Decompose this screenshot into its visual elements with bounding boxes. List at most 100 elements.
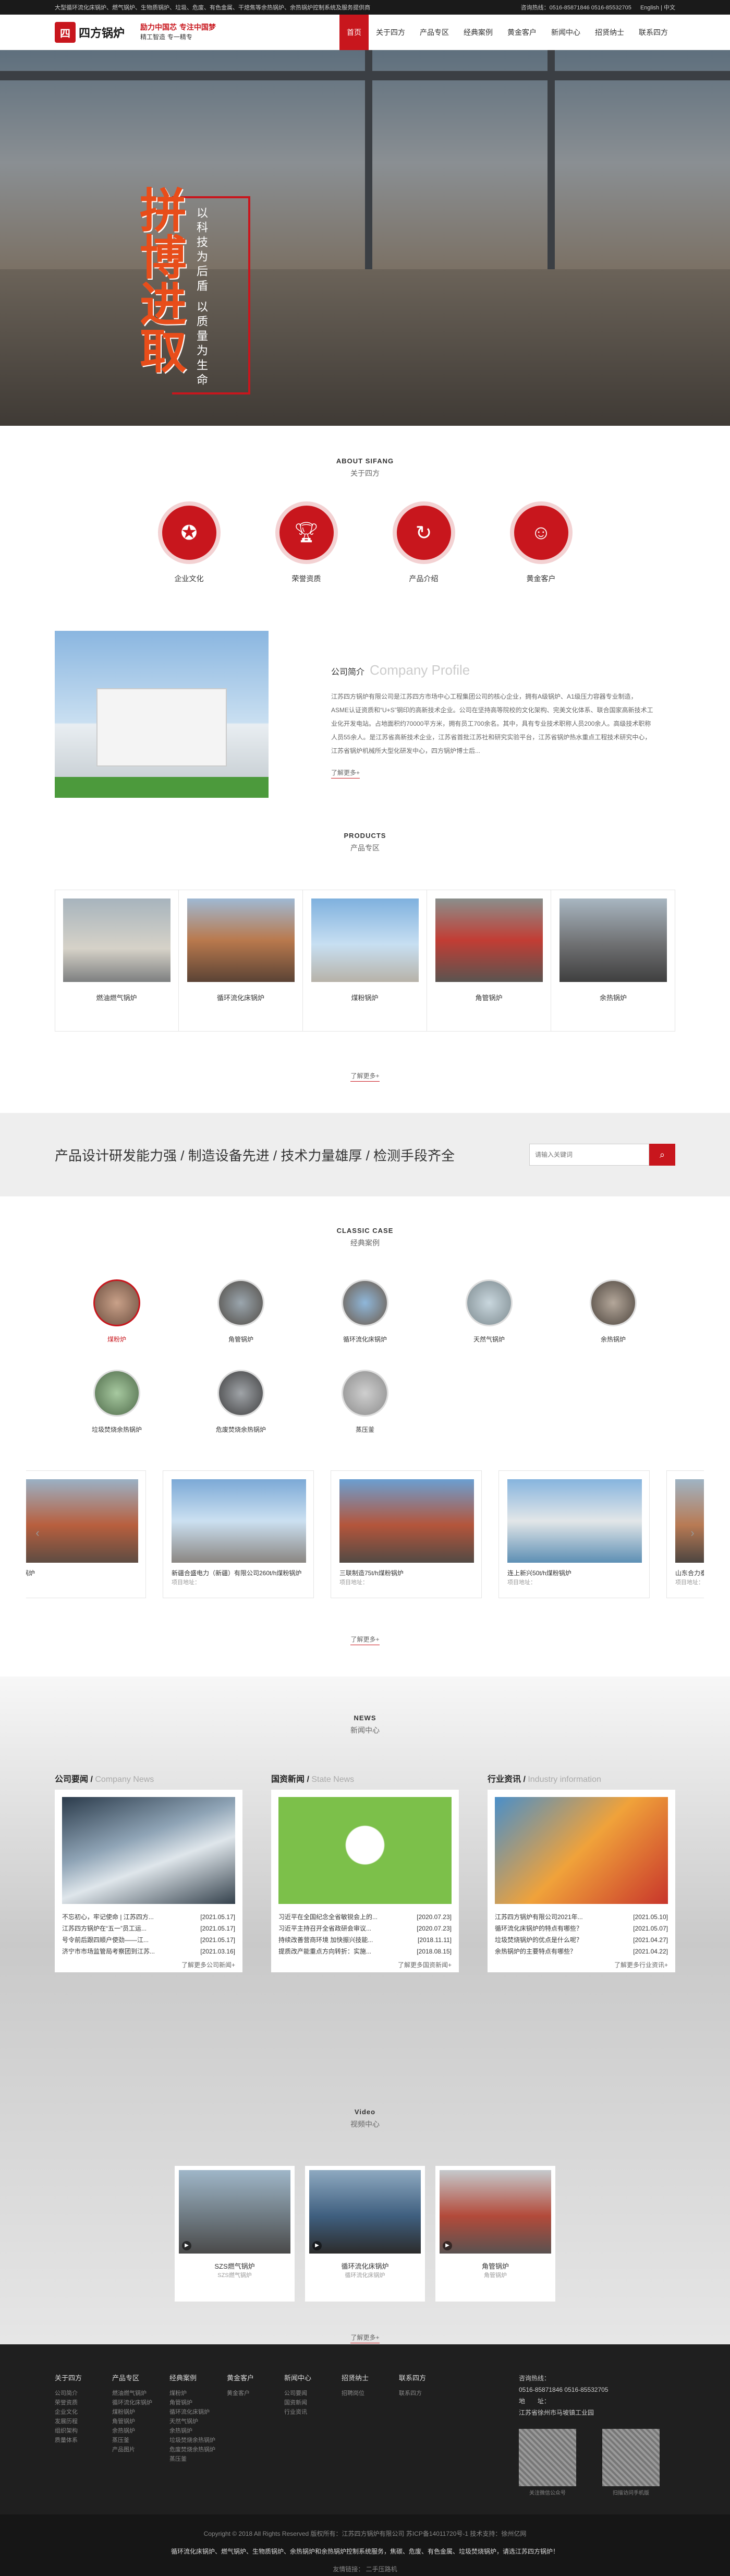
footer-link[interactable]: 角管锅炉 <box>169 2398 227 2407</box>
video-sub: 角管锅炉 <box>484 2272 507 2279</box>
case-slide-name: 山东合力泰… <box>675 1569 704 1577</box>
news-more-link[interactable]: 了解更多公司新闻+ <box>62 1960 235 1969</box>
footer-link[interactable]: 发展历程 <box>55 2417 112 2426</box>
footer-link[interactable]: 行业资讯 <box>284 2407 342 2417</box>
footer-link[interactable]: 蒸压釜 <box>169 2454 227 2464</box>
news-more-link[interactable]: 了解更多行业资讯+ <box>495 1960 668 1969</box>
nav-jobs[interactable]: 招贤纳士 <box>588 15 631 50</box>
about-culture-label: 企业文化 <box>174 574 204 583</box>
qr-label: 扫描访问手机版 <box>613 2490 649 2496</box>
nav-news[interactable]: 新闻中心 <box>544 15 588 50</box>
case-category[interactable]: 余热锅炉 <box>551 1279 675 1344</box>
nav-cases[interactable]: 经典案例 <box>456 15 500 50</box>
news-item[interactable]: 江苏四方锅炉有限公司2021年... [2021.05.10] <box>495 1911 668 1923</box>
nav-about[interactable]: 关于四方 <box>369 15 412 50</box>
case-category[interactable]: 危废焚烧余热锅炉 <box>179 1370 303 1434</box>
about-clients[interactable]: ☺ 黄金客户 <box>507 501 575 584</box>
case-slide[interactable]: …发电锅炉 <box>26 1470 146 1598</box>
footer-link[interactable]: 招聘岗位 <box>342 2389 399 2398</box>
footer-link[interactable]: 企业文化 <box>55 2407 112 2417</box>
about-culture[interactable]: ✪ 企业文化 <box>155 501 223 584</box>
news-item[interactable]: 不忘初心，牢记使命 | 江苏四方... [2021.05.17] <box>62 1911 235 1923</box>
footer-link[interactable]: 天然气锅炉 <box>169 2417 227 2426</box>
case-category[interactable]: 天然气锅炉 <box>427 1279 551 1344</box>
slider-prev-icon[interactable]: ‹ <box>31 1523 44 1543</box>
case-category[interactable]: 角管锅炉 <box>179 1279 303 1344</box>
video-title-cn: 视频中心 <box>350 2120 380 2128</box>
footer-link[interactable]: 荣誉资质 <box>55 2398 112 2407</box>
profile-more-link[interactable]: 了解更多+ <box>331 768 360 778</box>
case-slide-sub: 项目地址： <box>339 1579 368 1586</box>
product-card[interactable]: 余热锅炉 <box>551 890 675 1031</box>
slider-next-icon[interactable]: › <box>686 1523 699 1543</box>
news-item[interactable]: 习近平主持召开全省政研会审议... [2020.07.23] <box>278 1923 452 1934</box>
about-products-label: 产品介绍 <box>409 574 439 583</box>
case-category[interactable]: 蒸压釜 <box>303 1370 427 1434</box>
footer-link[interactable]: 组织架构 <box>55 2426 112 2436</box>
news-item[interactable]: 循环流化床锅炉的特点有哪些？ [2021.05.07] <box>495 1923 668 1934</box>
footer-link[interactable]: 煤粉炉 <box>169 2389 227 2398</box>
case-slide[interactable]: 三联制造75t/h煤粉锅炉 项目地址： <box>331 1470 482 1598</box>
footer-col-title: 联系四方 <box>399 2374 427 2382</box>
about-products[interactable]: ↻ 产品介绍 <box>390 501 458 584</box>
user-icon: ☺ <box>509 501 573 564</box>
case-category[interactable]: 垃圾焚烧余热锅炉 <box>55 1370 179 1434</box>
video-card[interactable]: ▶ 角管锅炉 角管锅炉 <box>435 2166 555 2302</box>
news-item-date: [2021.05.07] <box>633 1925 668 1932</box>
footer-link[interactable]: 公司要闻 <box>284 2389 342 2398</box>
footer-link[interactable]: 质量体系 <box>55 2436 112 2445</box>
footer-link[interactable]: 国资新闻 <box>284 2398 342 2407</box>
case-slide[interactable]: 连上新兴50t/h煤粉锅炉 项目地址： <box>498 1470 650 1598</box>
friend-links[interactable]: 友情链接： 二手压路机 <box>0 2560 730 2576</box>
logo[interactable]: 四 四方锅炉 励力中国芯 专注中国梦 精工智造 专一精专 <box>55 22 216 43</box>
footer-link[interactable]: 煤粉锅炉 <box>112 2407 169 2417</box>
cases-more-link[interactable]: 了解更多+ <box>350 1635 380 1645</box>
news-item[interactable]: 持续改善营商环境 加快振兴技能... [2018.11.11] <box>278 1934 452 1946</box>
nav-contact[interactable]: 联系四方 <box>631 15 675 50</box>
footer-link[interactable]: 公司简介 <box>55 2389 112 2398</box>
footer-link[interactable]: 燃油燃气锅炉 <box>112 2389 169 2398</box>
footer-link[interactable]: 危废焚烧余热锅炉 <box>169 2445 227 2454</box>
nav-home[interactable]: 首页 <box>339 15 369 50</box>
footer-link[interactable]: 产品图片 <box>112 2445 169 2454</box>
product-image <box>559 898 667 982</box>
news-more-link[interactable]: 了解更多国资新闻+ <box>278 1960 452 1969</box>
case-slide[interactable]: 新疆合盛电力（新疆）有限公司260t/h煤粉锅炉 项目地址： <box>163 1470 314 1598</box>
footer-link[interactable]: 联系四方 <box>399 2389 456 2398</box>
news-title-cn: 新闻中心 <box>350 1726 380 1734</box>
case-category[interactable]: 循环流化床锅炉 <box>303 1279 427 1344</box>
nav-clients[interactable]: 黄金客户 <box>500 15 544 50</box>
products-more-link[interactable]: 了解更多+ <box>350 1071 380 1082</box>
case-category-label: 角管锅炉 <box>228 1336 253 1343</box>
footer-link[interactable]: 垃圾焚烧余热锅炉 <box>169 2436 227 2445</box>
search-input[interactable] <box>529 1144 649 1166</box>
footer-link[interactable]: 循环流化床锅炉 <box>112 2398 169 2407</box>
footer-link[interactable]: 黄金客户 <box>227 2389 284 2398</box>
news-item[interactable]: 习近平在全国纪念全省敏锐会上的... [2020.07.23] <box>278 1911 452 1923</box>
video-card[interactable]: ▶ SZS燃气锅炉 SZS燃气锅炉 <box>175 2166 295 2302</box>
video-card[interactable]: ▶ 循环流化床锅炉 循环流化床锅炉 <box>305 2166 425 2302</box>
news-item[interactable]: 江苏四方锅炉在“五一”员工运... [2021.05.17] <box>62 1923 235 1934</box>
news-item[interactable]: 号令前后跟四顺户使劲——江... [2021.05.17] <box>62 1934 235 1946</box>
product-card[interactable]: 循环流化床锅炉 <box>179 890 303 1031</box>
footer-link[interactable]: 角管锅炉 <box>112 2417 169 2426</box>
footer-link[interactable]: 余热锅炉 <box>169 2426 227 2436</box>
news-item[interactable]: 余热锅炉的主要特点有哪些？ [2021.04.22] <box>495 1946 668 1957</box>
footer-link[interactable]: 循环流化床锅炉 <box>169 2407 227 2417</box>
footer-link[interactable]: 余热锅炉 <box>112 2426 169 2436</box>
news-section: NEWS 新闻中心 公司要闻 / Company News 不忘初心，牢记使命 … <box>0 1676 730 2344</box>
case-category[interactable]: 煤粉炉 <box>55 1279 179 1344</box>
news-item[interactable]: 济宁市市场监管局考察团到江苏... [2021.03.16] <box>62 1946 235 1957</box>
footer-link[interactable]: 蒸压釜 <box>112 2436 169 2445</box>
search-button[interactable]: ⌕ <box>649 1144 675 1166</box>
about-honors[interactable]: 🏆︎ 荣誉资质 <box>273 501 340 584</box>
product-card[interactable]: 燃油燃气锅炉 <box>55 890 179 1031</box>
language-switch[interactable]: English | 中文 <box>640 5 675 11</box>
product-card[interactable]: 煤粉锅炉 <box>303 890 427 1031</box>
nav-products[interactable]: 产品专区 <box>412 15 456 50</box>
product-card[interactable]: 角管锅炉 <box>427 890 551 1031</box>
video-more-link[interactable]: 了解更多+ <box>350 2333 380 2343</box>
news-item[interactable]: 提质改产能重点方向转折：实施... [2018.08.15] <box>278 1946 452 1957</box>
news-column-state: 国资新闻 / State News 习近平在全国纪念全省敏锐会上的... [202… <box>271 1772 459 1972</box>
news-item[interactable]: 垃圾焚烧锅炉的优点是什么呢？ [2021.04.27] <box>495 1934 668 1946</box>
